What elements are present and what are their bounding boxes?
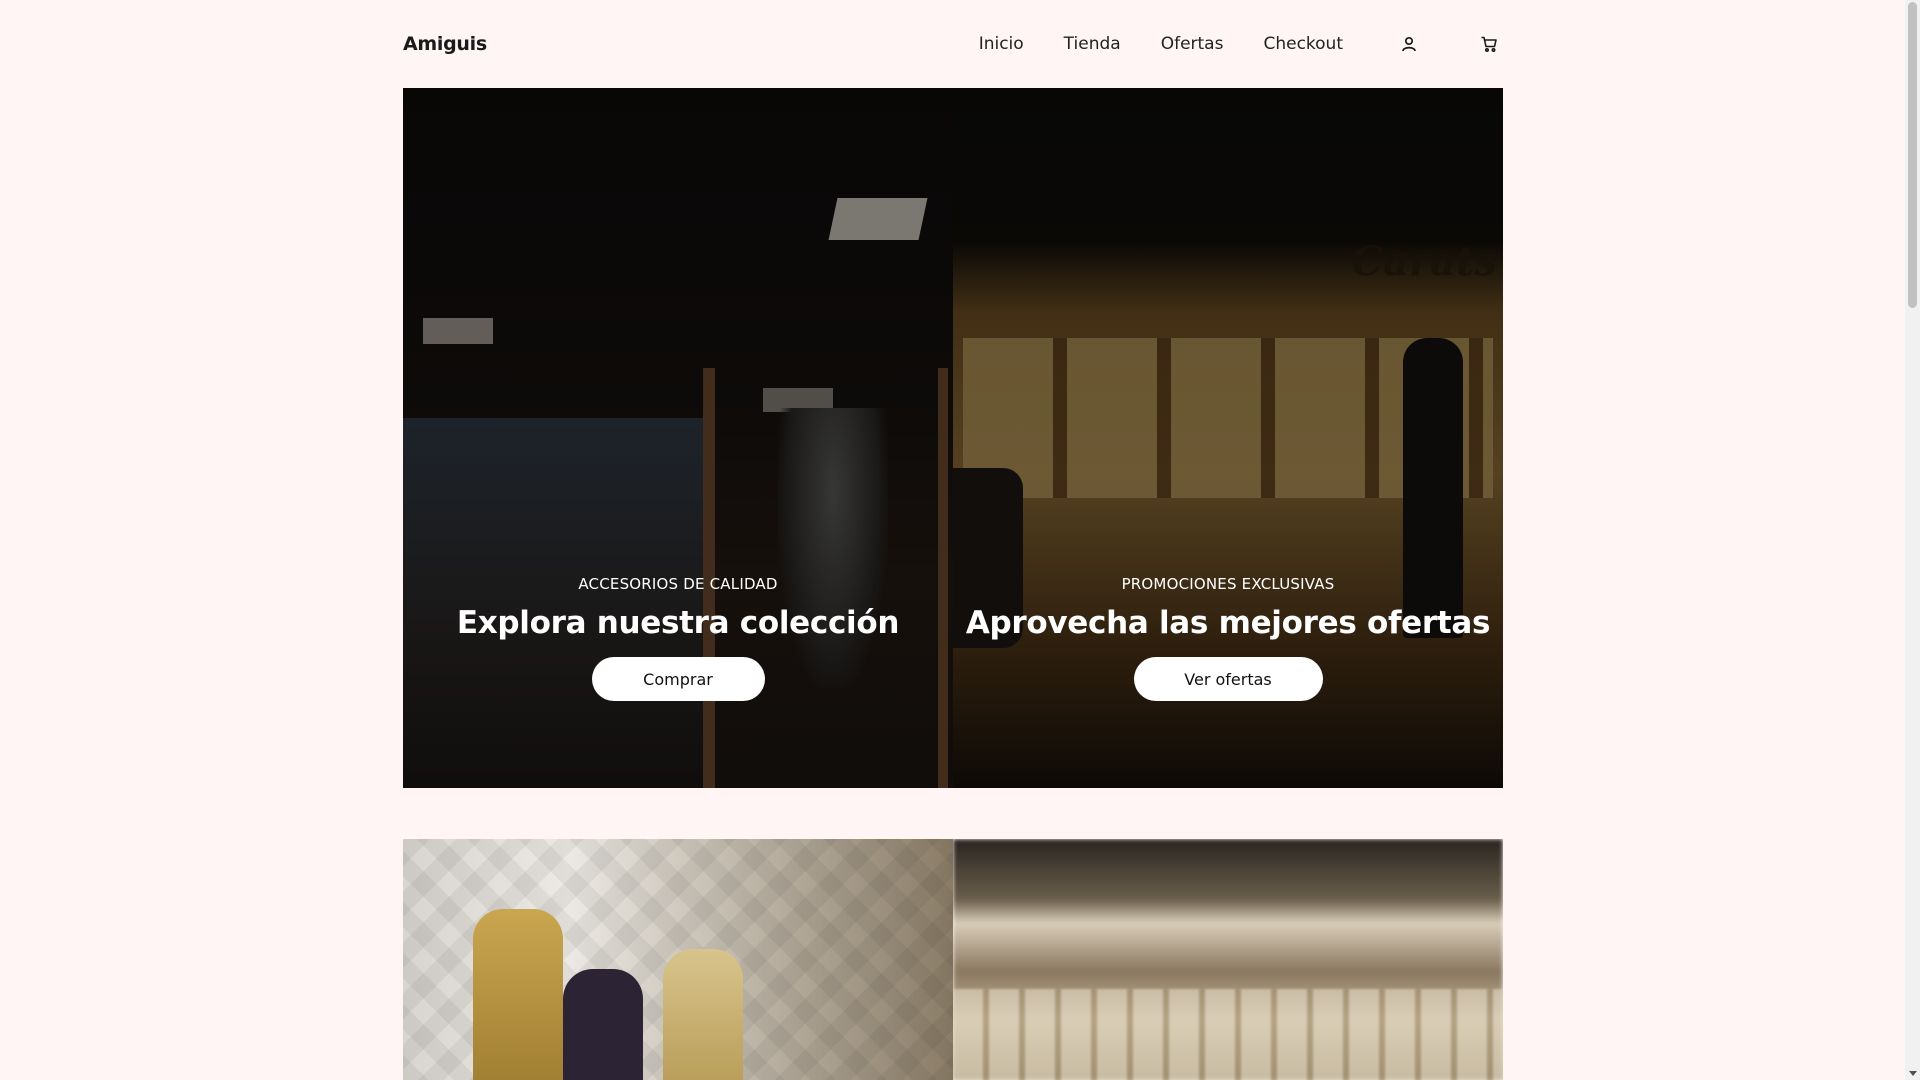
scroll-down-arrow-icon[interactable] bbox=[1909, 1071, 1917, 1076]
hero-eyebrow: PROMOCIONES EXCLUSIVAS bbox=[1121, 575, 1335, 593]
nav-link-ofertas[interactable]: Ofertas bbox=[1161, 34, 1224, 54]
gallery-panel-jewelry-display bbox=[953, 839, 1503, 1080]
hero-headline: Aprovecha las mejores ofertas bbox=[965, 605, 1491, 641]
gallery-panel-gold-dresses bbox=[403, 839, 953, 1080]
hero-content: ACCESORIOS DE CALIDAD Explora nuestra co… bbox=[403, 575, 953, 701]
hero-headline: Explora nuestra colección bbox=[456, 605, 900, 641]
hero-row: ACCESORIOS DE CALIDAD Explora nuestra co… bbox=[403, 88, 1503, 788]
hero-content: PROMOCIONES EXCLUSIVAS Aprovecha las mej… bbox=[953, 575, 1503, 701]
main-nav: Inicio Tienda Ofertas Checkout bbox=[979, 30, 1503, 58]
user-icon[interactable] bbox=[1395, 30, 1423, 58]
header-icons bbox=[1395, 30, 1503, 58]
brand-logo[interactable]: Amiguis bbox=[403, 33, 487, 55]
nav-link-tienda[interactable]: Tienda bbox=[1064, 34, 1121, 54]
comprar-button[interactable]: Comprar bbox=[591, 657, 765, 701]
nav-link-checkout[interactable]: Checkout bbox=[1263, 34, 1343, 54]
hero-eyebrow: ACCESORIOS DE CALIDAD bbox=[578, 575, 778, 593]
nav-link-inicio[interactable]: Inicio bbox=[979, 34, 1024, 54]
site-header: Amiguis Inicio Tienda Ofertas Checkout bbox=[403, 0, 1503, 88]
page-scrollbar[interactable] bbox=[1905, 0, 1920, 1080]
hero-panel-collection: ACCESORIOS DE CALIDAD Explora nuestra co… bbox=[403, 88, 953, 788]
hero-panel-offers: Carats PROMOCIONES EXCLUSIVAS Aprovecha … bbox=[953, 88, 1503, 788]
scrollbar-thumb[interactable] bbox=[1908, 2, 1917, 308]
cart-icon[interactable] bbox=[1475, 30, 1503, 58]
gold-dresses-photo bbox=[403, 839, 953, 1080]
gallery-row bbox=[403, 839, 1503, 1080]
ver-ofertas-button[interactable]: Ver ofertas bbox=[1133, 657, 1323, 701]
